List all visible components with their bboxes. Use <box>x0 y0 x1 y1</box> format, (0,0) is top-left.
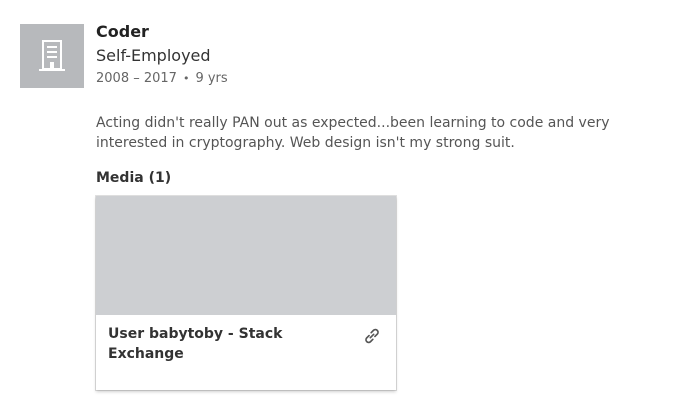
link-icon[interactable] <box>362 326 382 346</box>
company-name[interactable]: Self-Employed <box>96 44 656 68</box>
media-card[interactable]: User babytoby - Stack Exchange <box>96 196 396 390</box>
job-description: Acting didn't really PAN out as expected… <box>96 115 610 151</box>
experience-entry: Coder Self-Employed 2008 – 2017 • 9 yrs … <box>96 20 656 390</box>
date-range-row: 2008 – 2017 • 9 yrs <box>96 69 656 89</box>
separator-dot: • <box>182 72 190 85</box>
date-range: 2008 – 2017 <box>96 71 177 86</box>
job-title: Coder <box>96 22 149 41</box>
company-logo[interactable] <box>20 24 84 88</box>
duration: 9 yrs <box>195 71 228 86</box>
media-thumbnail[interactable] <box>96 196 396 315</box>
building-icon <box>39 40 65 71</box>
media-caption[interactable]: User babytoby - Stack Exchange <box>108 324 328 364</box>
media-heading: Media (1) <box>96 170 172 186</box>
